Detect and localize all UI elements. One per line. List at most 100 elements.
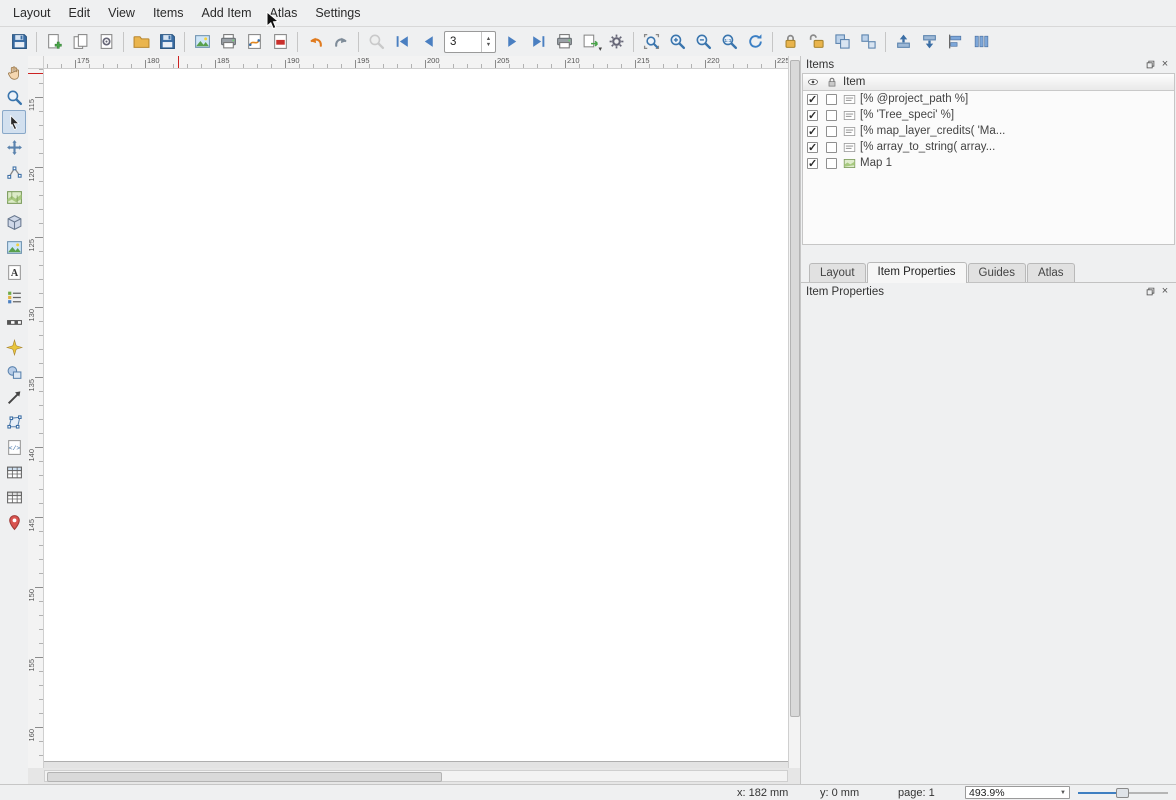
zoom-tool-tool[interactable] [2,85,26,109]
export-as-image-button[interactable] [190,30,214,54]
lock-checkbox[interactable] [826,142,837,153]
menu-atlas[interactable]: Atlas [261,2,307,24]
item-properties-float-button[interactable] [1144,286,1156,298]
lock-checkbox[interactable] [826,158,837,169]
edit-nodes-item-tool[interactable] [2,160,26,184]
menu-layout[interactable]: Layout [4,2,60,24]
select-move-item-tool[interactable] [2,110,26,134]
previous-feature-button[interactable] [416,30,440,54]
menu-add-item[interactable]: Add Item [193,2,261,24]
vertical-scrollbar[interactable] [788,56,800,768]
add-scalebar-tool[interactable] [2,310,26,334]
duplicate-layout-button[interactable] [68,30,92,54]
menu-items[interactable]: Items [144,2,193,24]
add-items-from-template-button[interactable] [129,30,153,54]
save-as-template-button[interactable] [155,30,179,54]
visibility-checkbox[interactable] [807,94,818,105]
distribute-items-button[interactable] [969,30,993,54]
zoom-level-combo[interactable]: 493.9% ▼ [965,786,1070,799]
visibility-checkbox[interactable] [807,110,818,121]
undo-button[interactable] [303,30,327,54]
ungroup-items-button[interactable] [856,30,880,54]
export-as-pdf-button[interactable] [268,30,292,54]
lower-selected-items-button[interactable] [917,30,941,54]
layout-page[interactable] [44,69,788,762]
add-attribute-table-tool[interactable] [2,460,26,484]
export-atlas-button[interactable]: ▾ [578,30,602,54]
add-3d-map-tool[interactable] [2,210,26,234]
layout-manager-button[interactable] [94,30,118,54]
lock-checkbox[interactable] [826,94,837,105]
add-picture-tool[interactable] [2,235,26,259]
raise-selected-items-button[interactable] [891,30,915,54]
refresh-view-button[interactable] [743,30,767,54]
horizontal-ruler[interactable]: 175180185190195200205210215220225 [44,56,788,69]
last-icon [530,33,547,50]
ruler-label: 205 [497,57,510,65]
add-marker-tool[interactable] [2,510,26,534]
atlas-settings-button[interactable] [604,30,628,54]
item-row[interactable]: [% @project_path %] [803,91,1174,107]
save-project-button[interactable] [7,30,31,54]
zoom-out-button[interactable] [691,30,715,54]
cursor-position-marker-x [178,56,179,68]
lock-checkbox[interactable] [826,110,837,121]
add-map-tool[interactable] [2,185,26,209]
atlas-page-spinbox[interactable]: 3▲▼ [444,31,496,53]
move-item-content-tool[interactable] [2,135,26,159]
pan-layout-tool[interactable] [2,60,26,84]
align-selected-items-button[interactable] [943,30,967,54]
add-arrow-tool[interactable] [2,385,26,409]
add-north-arrow-tool[interactable] [2,335,26,359]
next-feature-button[interactable] [500,30,524,54]
add-picture-icon [6,239,23,256]
unlock-all-button[interactable] [804,30,828,54]
vertical-ruler[interactable]: 115120125130135140145150155160 [28,69,44,768]
menu-settings[interactable]: Settings [306,2,369,24]
visibility-checkbox[interactable] [807,158,818,169]
print-layout-button[interactable] [216,30,240,54]
first-feature-button[interactable] [390,30,414,54]
add-html-tool[interactable] [2,435,26,459]
item-properties-close-button[interactable]: × [1159,286,1171,298]
horizontal-scrollbar-thumb[interactable] [47,772,442,782]
item-row[interactable]: [% array_to_string( array... [803,139,1174,155]
item-row[interactable]: [% map_layer_credits( 'Ma... [803,123,1174,139]
undo-icon [307,33,324,50]
tab-atlas[interactable]: Atlas [1027,263,1075,282]
add-fixed-table-tool[interactable] [2,485,26,509]
vertical-scrollbar-thumb[interactable] [790,60,800,717]
horizontal-scrollbar[interactable] [44,770,788,782]
add-shape-tool[interactable] [2,360,26,384]
zoom-full-button[interactable] [639,30,663,54]
tab-layout[interactable]: Layout [809,263,866,282]
group-items-button[interactable] [830,30,854,54]
redo-button[interactable] [329,30,353,54]
new-layout-button[interactable] [42,30,66,54]
tab-guides[interactable]: Guides [968,263,1026,282]
spin-arrows[interactable]: ▲▼ [481,32,495,52]
item-row[interactable]: Map 1 [803,155,1174,171]
preview-atlas-button[interactable] [364,30,388,54]
tab-item-properties[interactable]: Item Properties [867,262,967,283]
export-as-svg-button[interactable] [242,30,266,54]
add-node-item-tool[interactable] [2,410,26,434]
zoom-slider[interactable] [1078,788,1168,798]
item-row[interactable]: [% 'Tree_speci' %] [803,107,1174,123]
menu-view[interactable]: View [99,2,144,24]
last-feature-button[interactable] [526,30,550,54]
add-legend-tool[interactable] [2,285,26,309]
add-label-tool[interactable] [2,260,26,284]
zoom-out-icon [695,33,712,50]
menu-edit[interactable]: Edit [60,2,100,24]
zoom-actual-button[interactable] [717,30,741,54]
zoom-slider-handle[interactable] [1116,788,1129,798]
visibility-checkbox[interactable] [807,142,818,153]
visibility-checkbox[interactable] [807,126,818,137]
print-atlas-button[interactable] [552,30,576,54]
lock-checkbox[interactable] [826,126,837,137]
lock-selected-items-button[interactable] [778,30,802,54]
items-close-button[interactable]: × [1159,59,1171,71]
items-float-button[interactable] [1144,59,1156,71]
zoom-in-button[interactable] [665,30,689,54]
